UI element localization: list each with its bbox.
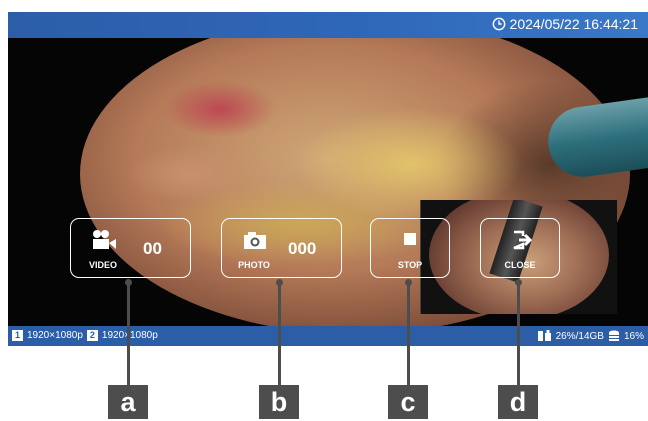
monitor-screen: 2024/05/22 16:44:21 00 VIDEO 000 PHOTO S… [8, 12, 648, 346]
storage-status: 26%/14GB 16% [537, 330, 644, 342]
callout-d: d [498, 385, 538, 419]
callout-c-line [407, 282, 410, 385]
photo-label: PHOTO [238, 260, 270, 270]
stop-button[interactable]: STOP [370, 218, 450, 278]
source-1-badge: 1 [12, 330, 23, 341]
stop-label: STOP [397, 260, 423, 270]
close-button[interactable]: CLOSE [480, 218, 560, 278]
source-2-badge: 2 [86, 330, 98, 341]
usb-storage-icon [537, 330, 551, 341]
callout-a-line [127, 282, 130, 385]
photo-capture-button[interactable]: 000 PHOTO [221, 218, 342, 278]
datetime-text: 2024/05/22 16:44:21 [509, 16, 638, 32]
status-bar: 1 1920×1080p 2 1920×1080p 26%/14GB 16% [8, 326, 648, 346]
disk-usage-text: 16% [623, 330, 644, 342]
usb-storage-text: 26%/14GB [555, 330, 604, 342]
video-count: 00 [143, 239, 162, 258]
source-1-resolution: 1920×1080p [27, 330, 83, 341]
video-camera-icon [93, 230, 116, 249]
disk-icon [608, 330, 619, 341]
callout-b: b [259, 385, 299, 419]
callout-b-line [278, 282, 281, 385]
photo-count: 000 [288, 239, 317, 258]
exit-icon [513, 230, 533, 250]
video-label: VIDEO [88, 260, 117, 270]
top-bar: 2024/05/22 16:44:21 [8, 12, 648, 38]
stop-icon [404, 233, 416, 245]
camera-icon [244, 232, 266, 249]
callout-d-line [517, 282, 520, 385]
video-sources: 1 1920×1080p 2 1920×1080p [12, 330, 158, 341]
close-label: CLOSE [504, 260, 536, 270]
video-record-button[interactable]: 00 VIDEO [70, 218, 191, 278]
callout-a: a [108, 385, 148, 419]
clock: 2024/05/22 16:44:21 [492, 16, 638, 32]
clock-icon [492, 17, 505, 31]
callout-c: c [388, 385, 428, 419]
